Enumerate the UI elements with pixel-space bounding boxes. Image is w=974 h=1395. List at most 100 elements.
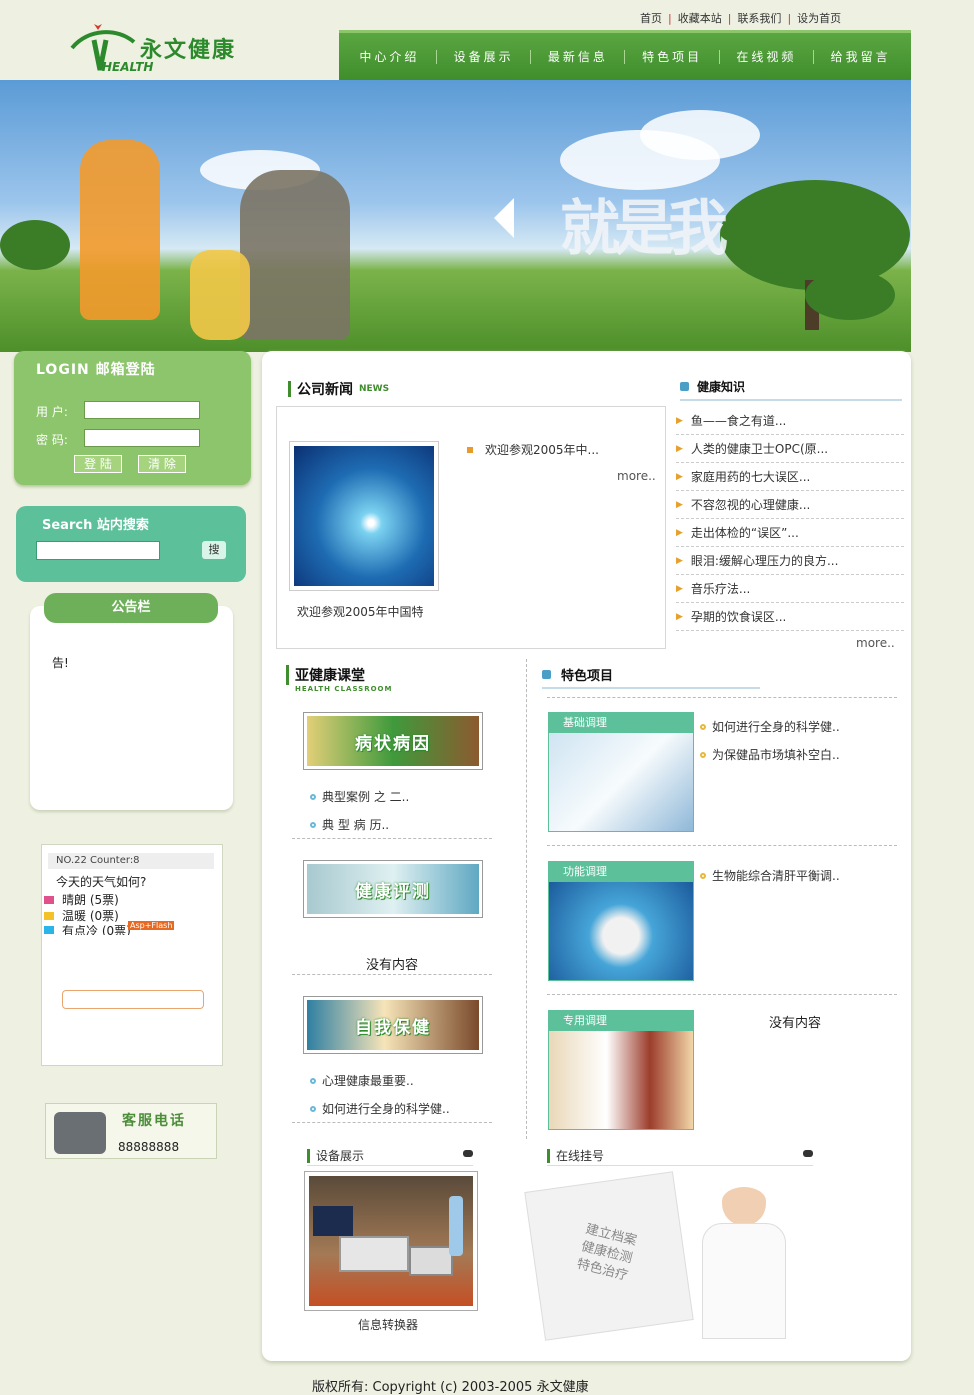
top-link-set-homepage[interactable]: 设为首页 — [797, 10, 841, 26]
top-link-home[interactable]: 首页 — [640, 10, 662, 26]
nav-item-about[interactable]: 中心介绍 — [359, 48, 419, 65]
title-bar — [307, 1148, 310, 1163]
device-caption[interactable]: 信息转换器 — [358, 1316, 418, 1333]
phone-title: 客服电话 — [122, 1113, 186, 1129]
item-label: 如何进行全身的科学健.. — [322, 1102, 450, 1116]
device-image-frame[interactable] — [304, 1171, 478, 1311]
option-color-icon — [44, 895, 54, 904]
login-button[interactable]: 登 陆 — [74, 455, 122, 473]
poll-option[interactable]: 温暖 (0票) — [44, 907, 119, 924]
clear-button[interactable]: 清 除 — [138, 455, 186, 473]
option-color-icon — [44, 926, 54, 934]
nav-item-news[interactable]: 最新信息 — [548, 48, 608, 65]
list-item[interactable]: 典型案例 之 二.. — [310, 788, 409, 805]
item-label: 鱼——食之有道... — [690, 414, 787, 428]
bullet-icon — [467, 446, 473, 453]
option-label: 有点冷 (0票) — [62, 925, 131, 935]
search-button[interactable]: 搜 — [202, 541, 226, 559]
poll-question: 今天的天气如何? — [56, 875, 147, 889]
list-item[interactable]: ▶ 眼泪:缓解心理压力的良方... — [676, 547, 904, 575]
banner-slogan: 就是我 — [560, 194, 728, 264]
news-more-link[interactable]: more.. — [617, 469, 656, 483]
assessment-banner[interactable]: 健康评测 — [303, 860, 483, 918]
health-more-link[interactable]: more.. — [856, 636, 895, 650]
item-label: 不容忽视的心理健康... — [690, 498, 811, 512]
phone-number: 88888888 — [118, 1140, 180, 1154]
password-input[interactable] — [84, 429, 200, 447]
nav-item-message[interactable]: 给我留言 — [831, 48, 891, 65]
news-item[interactable]: 欢迎参观2005年中... — [467, 441, 599, 458]
item-label: 心理健康最重要.. — [322, 1074, 414, 1088]
list-item[interactable]: ▶ 鱼——食之有道... — [676, 407, 904, 435]
device-image — [309, 1176, 473, 1306]
more-arrow-icon[interactable] — [803, 1150, 813, 1157]
service-phone: 客服电话 88888888 — [45, 1103, 217, 1159]
function-care-card[interactable]: 功能调理 — [548, 861, 694, 981]
divider — [292, 974, 492, 975]
news-image[interactable] — [289, 441, 439, 591]
symptom-banner[interactable]: 病状病因 — [303, 712, 483, 770]
flash-badge: Asp+Flash — [128, 921, 175, 930]
username-input[interactable] — [84, 401, 200, 419]
separator: | — [727, 11, 732, 25]
running-woman — [80, 140, 160, 320]
list-item[interactable]: ▶ 家庭用药的七大误区... — [676, 463, 904, 491]
special-care-card[interactable]: 专用调理 — [548, 1010, 694, 1130]
basic-care-card[interactable]: 基础调理 — [548, 712, 694, 832]
list-item[interactable]: 为保健品市场填补空白.. — [700, 746, 840, 763]
nav-divider — [530, 49, 532, 64]
news-caption[interactable]: 欢迎参观2005年中国特 — [297, 603, 424, 620]
site-logo[interactable]: 永文健康 HEALTH — [68, 18, 268, 78]
username-label: 用 户: — [36, 405, 68, 419]
list-item[interactable]: ▶ 孕期的饮食误区... — [676, 603, 904, 631]
divider — [547, 697, 897, 698]
more-arrow-icon[interactable] — [463, 1150, 473, 1157]
item-label: 生物能综合清肝平衡调.. — [712, 869, 840, 883]
list-item[interactable]: 如何进行全身的科学健.. — [310, 1100, 450, 1117]
top-link-bookmark[interactable]: 收藏本站 — [678, 10, 722, 26]
list-item[interactable]: ▶ 人类的健康卫士OPC(原... — [676, 435, 904, 463]
copyright: 版权所有: Copyright (c) 2003-2005 永文健康 — [312, 1380, 589, 1395]
running-child — [190, 250, 250, 340]
news-title: 公司新闻 — [297, 382, 353, 398]
list-item[interactable]: 如何进行全身的科学健.. — [700, 718, 840, 735]
notice-content: 告! — [52, 656, 69, 670]
poll-input[interactable] — [62, 990, 204, 1009]
banner-arrow-icon — [494, 198, 514, 238]
cloud — [640, 110, 760, 160]
nav-item-features[interactable]: 特色项目 — [642, 48, 702, 65]
news-item-label: 欢迎参观2005年中... — [485, 443, 599, 457]
top-link-contact[interactable]: 联系我们 — [737, 10, 781, 26]
register-section-title: 在线挂号 — [547, 1146, 813, 1166]
running-man — [240, 170, 350, 340]
nav-divider — [435, 49, 437, 64]
nav-item-video[interactable]: 在线视频 — [736, 48, 796, 65]
square-icon — [542, 669, 551, 679]
list-item[interactable]: ▶ 走出体检的“误区”... — [676, 519, 904, 547]
search-input[interactable] — [36, 541, 160, 560]
classroom-title: 亚健康课堂 — [295, 668, 365, 684]
list-item[interactable]: ▶ 音乐疗法... — [676, 575, 904, 603]
bullet-icon — [310, 821, 316, 828]
nav-item-devices[interactable]: 设备展示 — [454, 48, 514, 65]
monitor — [313, 1206, 353, 1236]
register-banner[interactable]: 建立档案 健康检测 特色治疗 — [524, 1171, 824, 1341]
poll-option[interactable]: 晴朗 (5票) — [44, 891, 119, 908]
list-item[interactable]: 生物能综合清肝平衡调.. — [700, 867, 840, 884]
arrow-icon: ▶ — [676, 555, 683, 566]
nurse-body — [702, 1223, 786, 1339]
list-item[interactable]: 典 型 病 历.. — [310, 816, 389, 833]
device-box — [339, 1236, 409, 1272]
list-item[interactable]: ▶ 不容忽视的心理健康... — [676, 491, 904, 519]
title-bar — [286, 665, 289, 685]
classroom-title-en: HEALTH CLASSROOM — [295, 685, 393, 693]
self-care-banner[interactable]: 自我保健 — [303, 996, 483, 1054]
item-label: 家庭用药的七大误区... — [690, 470, 811, 484]
site-search: Search 站内搜索 搜 — [16, 506, 246, 582]
special-care-tab: 专用调理 — [549, 1011, 693, 1031]
doctor-patient-image — [549, 1031, 693, 1129]
poll-option[interactable]: 有点冷 (0票) — [44, 925, 131, 935]
password-label: 密 码: — [36, 433, 68, 447]
list-item[interactable]: 心理健康最重要.. — [310, 1072, 414, 1089]
arrow-icon: ▶ — [676, 443, 683, 454]
